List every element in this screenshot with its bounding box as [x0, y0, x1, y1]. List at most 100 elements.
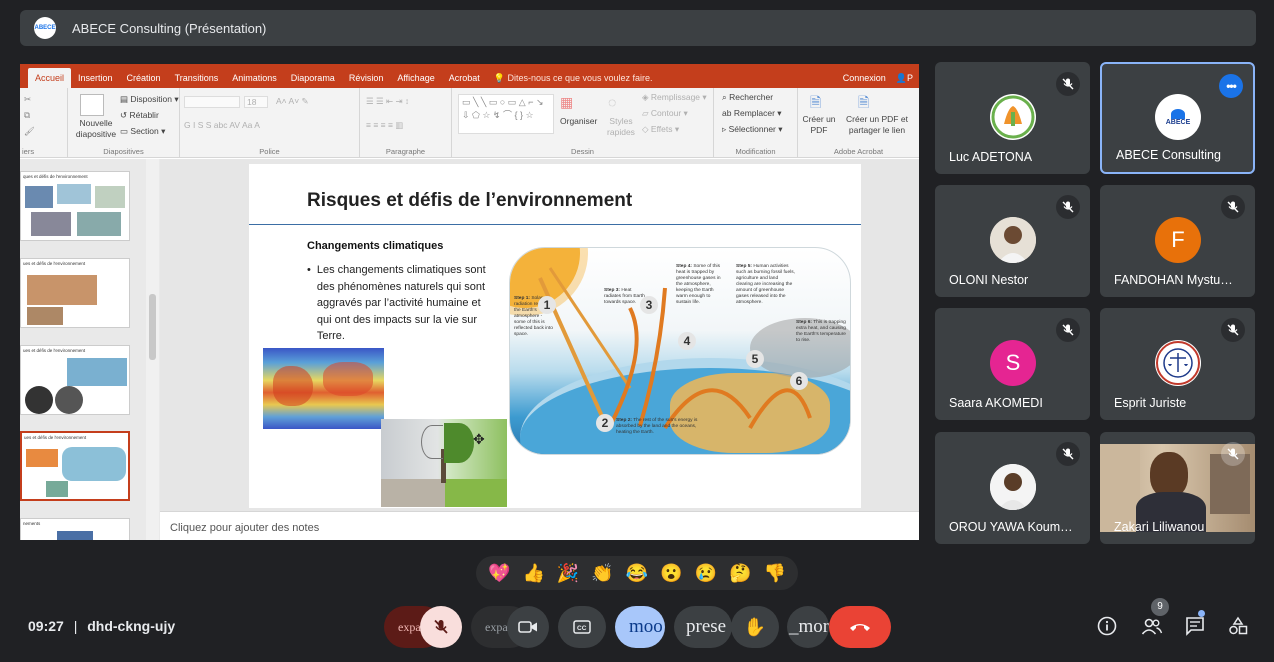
more-options-button[interactable]: _mor [787, 606, 829, 648]
list-icons[interactable]: ☰ ☰ ⇤ ⇥ ↕ [366, 96, 409, 107]
slide-bullet[interactable]: • Les changements climatiques sont des p… [307, 262, 497, 345]
font-name-box[interactable] [184, 96, 240, 108]
tab-diaporama[interactable]: Diaporama [284, 68, 342, 88]
quick-styles-button[interactable]: Styles rapides [604, 116, 638, 138]
slide-subtitle[interactable]: Changements climatiques [307, 240, 443, 252]
thumbs-down-reaction[interactable]: 👎 [764, 563, 786, 584]
tell-me-search[interactable]: 💡 Dites-nous ce que vous voulez faire. [487, 68, 660, 88]
section-button[interactable]: ▭ Section ▾ [120, 126, 165, 137]
presentation-title: ABECE Consulting (Présentation) [72, 20, 267, 36]
slide-thumbnail-selected[interactable]: ues et défis de l'environnement [20, 431, 130, 501]
thinking-reaction[interactable]: 🤔 [729, 563, 751, 584]
mic-toggle-button[interactable] [420, 606, 462, 648]
layout-button[interactable]: ▤ Disposition ▾ [120, 94, 179, 105]
slide-thumbnail[interactable]: ues et défis de l'environnement [20, 258, 130, 328]
scrollbar-thumb[interactable] [149, 294, 156, 360]
tab-transitions[interactable]: Transitions [168, 68, 226, 88]
thumbnail-scrollbar[interactable] [146, 159, 159, 540]
laughing-reaction[interactable]: 😂 [626, 563, 648, 584]
copy-icon[interactable]: ⧉ [24, 110, 30, 121]
participant-tile-video[interactable]: Zakari Liliwanou [1100, 432, 1255, 544]
people-button[interactable]: 9 [1140, 598, 1169, 638]
avatar [990, 217, 1036, 263]
participant-tile[interactable]: OLONI Nestor [935, 185, 1090, 297]
participant-name: ABECE Consulting [1116, 148, 1221, 162]
tab-insertion[interactable]: Insertion [71, 68, 120, 88]
new-slide-button[interactable]: Nouvelle diapositive [74, 118, 118, 140]
crying-reaction[interactable]: 😢 [695, 563, 717, 584]
create-pdf-button[interactable]: Créer un PDF [802, 114, 836, 136]
font-grow-icons[interactable]: A˄ A˅ ✎ [276, 96, 309, 107]
create-pdf-share-button[interactable]: Créer un PDF et partager le lien [838, 114, 916, 136]
format-painter-icon[interactable]: 🖌 [24, 126, 35, 137]
tab-affichage[interactable]: Affichage [390, 68, 441, 88]
tab-acrobat[interactable]: Acrobat [442, 68, 487, 88]
connect-link[interactable]: Connexion [843, 68, 886, 88]
tab-creation[interactable]: Création [120, 68, 168, 88]
participant-tile[interactable]: Esprit Juriste [1100, 308, 1255, 420]
notes-pane[interactable]: Cliquez pour ajouter des notes [160, 511, 919, 540]
mic-off-icon [1056, 442, 1080, 466]
share-person-icon[interactable]: 👤P [896, 68, 913, 88]
shape-fill-button[interactable]: ◈ Remplissage ▾ [642, 92, 707, 103]
shapes-gallery[interactable]: ▭ ╲ ╲ ▭ ○ ▭ △ ⌐ ↘ ⇩ ⬠ ☆ ↯ ⌒ { } ☆ [458, 94, 554, 134]
slide-thumbnail[interactable]: ues et défis de l'environnement [20, 345, 130, 415]
reset-button[interactable]: ↺ Rétablir [120, 110, 159, 121]
clipboard-group: ✂ ⧉ 🖌 iers [20, 88, 68, 158]
align-icons[interactable]: ≡ ≡ ≡ ≡ ▥ [366, 120, 403, 131]
quick-styles-icon[interactable]: ◌ [608, 94, 616, 110]
font-group-label: Police [259, 147, 280, 156]
meeting-title-bar: ABECE ABECE Consulting (Présentation) [20, 10, 1256, 46]
thumbs-up-reaction[interactable]: 👍 [522, 563, 544, 584]
cut-icon[interactable]: ✂ [24, 94, 31, 105]
captions-button[interactable]: CC [558, 606, 606, 648]
meeting-info: 09:27 | dhd-ckng-ujy [28, 618, 176, 634]
arrange-icon[interactable]: ▦ [560, 94, 586, 114]
replace-button[interactable]: ab Remplacer ▾ [722, 108, 782, 119]
new-slide-icon[interactable] [80, 94, 104, 116]
tab-revision[interactable]: Révision [342, 68, 391, 88]
current-slide[interactable]: Risques et défis de l’environnement Chan… [249, 164, 861, 508]
participant-tile[interactable]: F FANDOHAN Mystu… [1100, 185, 1255, 297]
participant-tile[interactable]: Luc ADETONA [935, 62, 1090, 174]
arrange-button[interactable]: Organiser [560, 116, 597, 126]
meeting-details-button[interactable] [1095, 614, 1119, 638]
emoji-reactions-button[interactable]: moo [615, 606, 665, 648]
surprised-reaction[interactable]: 😮 [660, 563, 682, 584]
cursor-icon: ✥ [473, 431, 485, 447]
party-popper-reaction[interactable]: 🎉 [557, 563, 579, 584]
camera-toggle-button[interactable] [507, 606, 549, 648]
diagram-step-number: 6 [790, 372, 808, 390]
participant-tile[interactable]: S Saara AKOMEDI [935, 308, 1090, 420]
activities-button[interactable] [1226, 614, 1250, 638]
slide-title[interactable]: Risques et défis de l’environnement [307, 190, 632, 212]
participant-tile[interactable]: OROU YAWA Koum… [935, 432, 1090, 544]
diagram-step-number: 1 [538, 296, 556, 314]
raise-hand-button[interactable]: ✋ [731, 606, 779, 648]
slide-thumbnail[interactable]: ques et défis de l'environnement [20, 171, 130, 241]
font-size-box[interactable]: 18 [244, 96, 268, 108]
slide-thumbnail[interactable]: nements [20, 518, 130, 540]
chat-button[interactable] [1183, 610, 1207, 638]
shape-effects-button[interactable]: ◇ Effets ▾ [642, 124, 679, 135]
leave-call-button[interactable] [829, 606, 891, 648]
clapping-reaction[interactable]: 👏 [591, 563, 613, 584]
sparkling-heart-reaction[interactable]: 💖 [488, 563, 510, 584]
tab-accueil[interactable]: Accueil [28, 68, 72, 88]
ribbon-tabs: Accueil Insertion Création Transitions A… [20, 64, 919, 88]
slide-thumbnails: ques et défis de l'environnement ues et … [20, 159, 160, 540]
meeting-code: dhd-ckng-ujy [87, 618, 176, 634]
participant-tile-presenter[interactable]: ABECE ••• ABECE Consulting [1100, 62, 1255, 174]
present-button[interactable]: prese [674, 606, 732, 648]
meeting-time: 09:27 [28, 618, 64, 634]
find-button[interactable]: ⌕ Rechercher [722, 92, 773, 103]
select-button[interactable]: ▹ Sélectionner ▾ [722, 124, 783, 135]
more-options-icon[interactable]: ••• [1219, 74, 1243, 98]
editing-group-label: Modification [735, 147, 776, 156]
mic-off-icon [1221, 442, 1245, 466]
profile-photo-icon [990, 464, 1036, 510]
drawing-group: ▭ ╲ ╲ ▭ ○ ▭ △ ⌐ ↘ ⇩ ⬠ ☆ ↯ ⌒ { } ☆ ▦ Orga… [452, 88, 714, 158]
shape-outline-button[interactable]: ▱ Contour ▾ [642, 108, 688, 119]
tab-animations[interactable]: Animations [225, 68, 284, 88]
font-style-buttons[interactable]: G I S S abc AV Aa A [184, 120, 260, 130]
